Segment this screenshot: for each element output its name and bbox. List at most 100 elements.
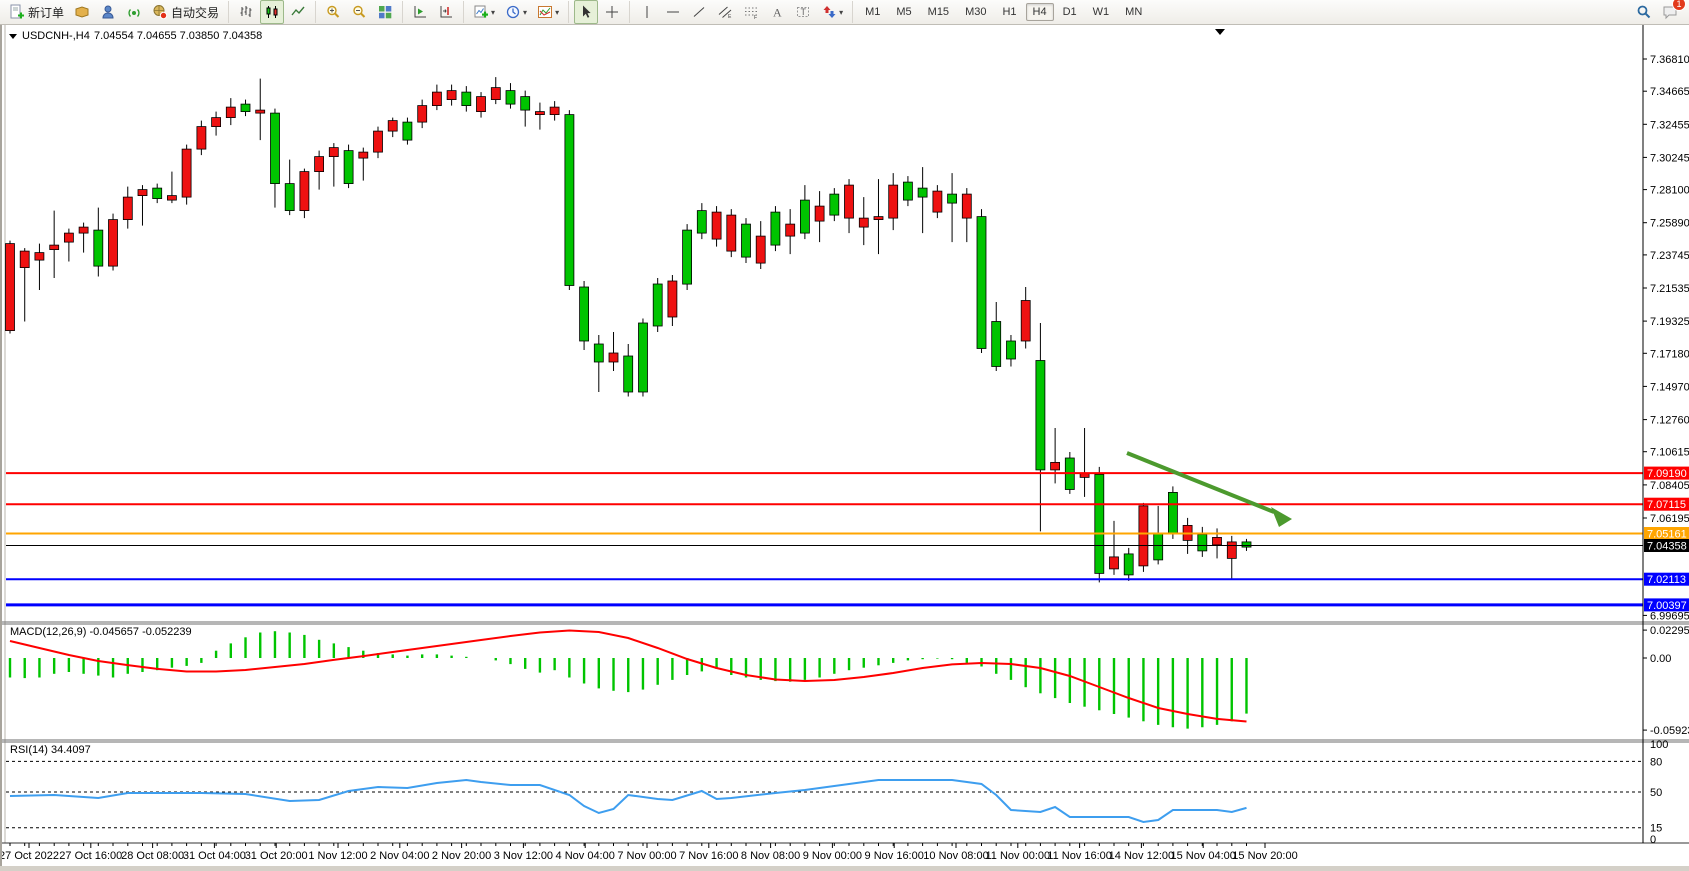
candles-button[interactable] — [260, 0, 284, 24]
time-tick-label: 15 Nov 04:00 — [1170, 850, 1235, 862]
timeframe-W1[interactable]: W1 — [1086, 3, 1117, 21]
fibonacci-button[interactable]: F — [739, 0, 763, 24]
time-tick-label: 2 Nov 20:00 — [432, 850, 491, 862]
macd-tick-label: 0.022957 — [1650, 625, 1689, 637]
cursor-button[interactable] — [574, 0, 598, 24]
candle-body — [182, 149, 191, 197]
auto-scroll-icon — [412, 4, 428, 20]
time-tick-label: 15 Nov 20:00 — [1232, 850, 1297, 862]
zoom-in-button[interactable] — [321, 0, 345, 24]
candle-body — [933, 191, 942, 212]
cursor-icon — [578, 4, 594, 20]
new-order-button[interactable]: 新订单 — [5, 0, 68, 24]
price-tick-label: 7.32455 — [1650, 119, 1689, 131]
candle-body — [521, 97, 530, 111]
autotrade-label: 自动交易 — [171, 4, 219, 21]
dropdown-caret-icon[interactable]: ▾ — [523, 8, 527, 17]
candle-body — [565, 115, 574, 286]
hline-button[interactable] — [661, 0, 685, 24]
text-button[interactable]: A — [765, 0, 789, 24]
line-button[interactable] — [286, 0, 310, 24]
candle-body — [830, 194, 839, 215]
candle-body — [1168, 492, 1177, 533]
chat-button[interactable]: 1 — [1658, 0, 1682, 24]
timeframe-M30[interactable]: M30 — [958, 3, 993, 21]
price-tick-label: 7.25890 — [1650, 218, 1689, 230]
candle-body — [1007, 341, 1016, 359]
tile-windows-button[interactable] — [373, 0, 397, 24]
candle-body — [1021, 301, 1030, 342]
autotrade-button[interactable]: 自动交易 — [148, 0, 223, 24]
trendline-button[interactable] — [687, 0, 711, 24]
toolbar-group-trade: 新订单 自动交易 — [0, 1, 228, 23]
candle-body — [388, 121, 397, 132]
chart-shift-button[interactable] — [434, 0, 458, 24]
candle-body — [992, 322, 1001, 367]
bars-button[interactable] — [234, 0, 258, 24]
timeframe-H1[interactable]: H1 — [995, 3, 1023, 21]
timeframe-M15[interactable]: M15 — [921, 3, 956, 21]
line-icon — [290, 4, 306, 20]
vline-button[interactable] — [635, 0, 659, 24]
candle-body — [624, 356, 633, 392]
time-tick-label: 9 Nov 00:00 — [803, 850, 862, 862]
zoom-out-button[interactable] — [347, 0, 371, 24]
candle-body — [771, 212, 780, 245]
search-button[interactable] — [1632, 0, 1656, 24]
price-tick-label: 7.17180 — [1650, 348, 1689, 360]
candle-body — [432, 92, 441, 106]
channel-button[interactable]: E — [713, 0, 737, 24]
new-chart-button[interactable]: ▾ — [469, 0, 499, 24]
price-tick-label: 7.28100 — [1650, 185, 1689, 197]
candle-body — [197, 127, 206, 150]
rsi-tick-label: 80 — [1650, 756, 1662, 768]
price-tag-label: 7.07115 — [1647, 499, 1686, 511]
arrows-icon — [821, 4, 837, 20]
candle-body — [639, 323, 648, 392]
chart-canvas[interactable]: 7.368107.346657.324557.302457.281007.258… — [2, 25, 1689, 871]
chart-window[interactable]: 7.368107.346657.324557.302457.281007.258… — [0, 25, 1689, 866]
candle-body — [653, 284, 662, 326]
candle-body — [800, 200, 809, 233]
candle-body — [329, 148, 338, 157]
data-window-button[interactable] — [122, 0, 146, 24]
candle-body — [50, 245, 59, 250]
candle-body — [138, 190, 147, 196]
periods-button[interactable]: ▾ — [501, 0, 531, 24]
dropdown-caret-icon[interactable]: ▾ — [839, 8, 843, 17]
candle-body — [903, 182, 912, 200]
toolbar-group-new-objects: ▾ ▾ ▾ — [463, 1, 568, 23]
market-watch-button[interactable] — [96, 0, 120, 24]
timeframe-M5[interactable]: M5 — [889, 3, 918, 21]
candle-body — [212, 118, 221, 127]
crosshair-button[interactable] — [600, 0, 624, 24]
candle-body — [359, 152, 368, 158]
timeframe-M1[interactable]: M1 — [858, 3, 887, 21]
chart-shift-icon — [438, 4, 454, 20]
price-tick-label: 7.19325 — [1650, 316, 1689, 328]
rsi-tick-label: 0 — [1650, 834, 1656, 846]
label-button[interactable]: T — [791, 0, 815, 24]
candle-body — [477, 97, 486, 112]
candle-body — [64, 233, 73, 242]
candle-body — [1139, 506, 1148, 566]
candle-body — [123, 197, 132, 220]
auto-scroll-button[interactable] — [408, 0, 432, 24]
macd-tick-label: -0.059235 — [1650, 725, 1689, 737]
new-chart-icon — [473, 4, 489, 20]
candle-body — [167, 196, 176, 201]
candle-body — [1198, 534, 1207, 551]
indicators-button[interactable]: ▾ — [533, 0, 563, 24]
chart-profile-button[interactable] — [70, 0, 94, 24]
rsi-tick-label: 50 — [1650, 787, 1662, 799]
candle-body — [1095, 474, 1104, 573]
dropdown-caret-icon[interactable]: ▾ — [491, 8, 495, 17]
timeframe-H4[interactable]: H4 — [1026, 3, 1054, 21]
price-tag-label: 7.05161 — [1647, 529, 1687, 541]
arrows-button[interactable]: ▾ — [817, 0, 847, 24]
timeframe-MN[interactable]: MN — [1118, 3, 1149, 21]
new-order-icon — [9, 4, 25, 20]
price-tick-label: 7.08405 — [1650, 480, 1689, 492]
dropdown-caret-icon[interactable]: ▾ — [555, 8, 559, 17]
timeframe-D1[interactable]: D1 — [1056, 3, 1084, 21]
